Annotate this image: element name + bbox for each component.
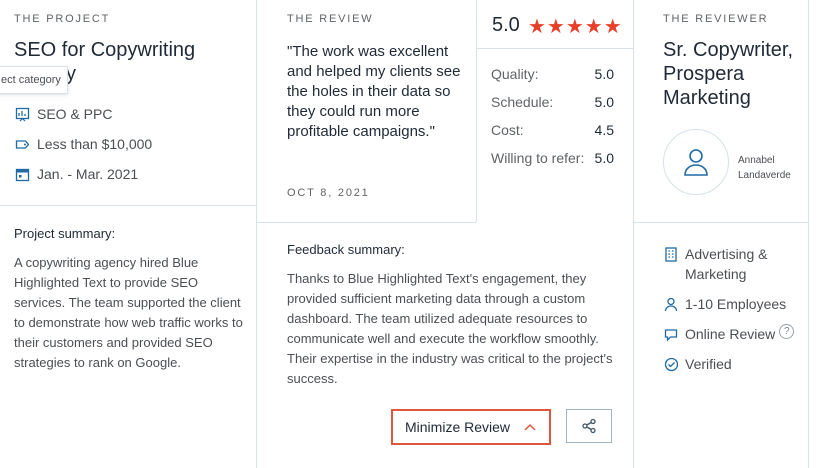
reviewer-review-type: Online Review ?: [663, 324, 795, 344]
row-divider: [476, 48, 633, 49]
chat-bubble-icon: [663, 324, 679, 344]
industry-text-line2: Marketing: [685, 266, 747, 282]
column-divider: [256, 0, 257, 468]
verified-text: Verified: [685, 356, 732, 372]
project-summary-text: A copywriting agency hired Blue Highligh…: [14, 255, 243, 370]
row-divider: [633, 222, 808, 223]
rating-value: 5.0: [594, 66, 614, 82]
service-category-icon: [14, 106, 30, 122]
help-icon[interactable]: ?: [779, 324, 795, 339]
reviewer-title: Sr. Copywriter, Prospera Marketing: [663, 39, 794, 109]
chevron-up-icon: [523, 420, 537, 437]
project-dates: Jan. - Mar. 2021: [14, 166, 138, 182]
share-button[interactable]: [566, 409, 612, 443]
reviewer-last-name: Landaverde: [738, 170, 791, 181]
row-divider: [0, 205, 256, 206]
avatar: [663, 129, 729, 195]
project-title-line1: SEO for Copywriting: [14, 39, 196, 61]
project-budget: Less than $10,000: [14, 136, 152, 152]
feedback-summary-title: Feedback summary:: [287, 242, 405, 257]
overall-score: 5.0: [492, 14, 520, 36]
reviewer-first-name: Annabel: [738, 155, 775, 166]
building-icon: [663, 244, 679, 264]
rating-value: 5.0: [594, 150, 614, 166]
reviewer-verified: Verified: [663, 354, 732, 374]
category-tooltip: ect category: [0, 66, 68, 94]
review-type-text: Online Review: [685, 326, 776, 342]
project-service: SEO & PPC: [14, 106, 112, 122]
check-circle-icon: [663, 354, 679, 374]
price-tag-icon: [14, 136, 30, 152]
star-rating: ★★★★★: [528, 16, 623, 38]
reviewer-section-label: THE REVIEWER: [663, 13, 769, 25]
calendar-icon: [14, 166, 30, 182]
project-summary-title: Project summary:: [14, 226, 116, 241]
rating-row: Schedule: 5.0: [491, 94, 614, 110]
column-divider: [633, 0, 634, 468]
rating-value: 4.5: [594, 122, 614, 138]
rating-label: Willing to refer:: [491, 150, 585, 166]
review-date: OCT 8, 2021: [287, 187, 370, 199]
rating-row: Willing to refer: 5.0: [491, 150, 614, 166]
project-section-label: THE PROJECT: [14, 13, 111, 25]
reviewer-industry: Advertising & Marketing: [663, 244, 767, 284]
service-text: SEO & PPC: [37, 106, 113, 122]
row-divider: [256, 222, 476, 223]
person-icon: [663, 294, 679, 314]
minimize-review-button[interactable]: Minimize Review: [391, 409, 551, 445]
industry-text-line1: Advertising &: [685, 246, 768, 262]
rating-row: Quality: 5.0: [491, 66, 614, 82]
dates-text: Jan. - Mar. 2021: [37, 166, 139, 182]
column-divider: [808, 0, 809, 468]
rating-row: Cost: 4.5: [491, 122, 614, 138]
rating-value: 5.0: [594, 94, 614, 110]
minimize-review-label: Minimize Review: [405, 419, 511, 435]
review-section-label: THE REVIEW: [287, 13, 374, 25]
company-size-text: 1-10 Employees: [685, 296, 787, 312]
user-icon: [680, 146, 712, 178]
rating-label: Quality:: [491, 66, 539, 82]
feedback-summary-text: Thanks to Blue Highlighted Text's engage…: [287, 271, 613, 386]
review-quote: "The work was excellent and helped my cl…: [287, 43, 461, 140]
rating-label: Schedule:: [491, 94, 554, 110]
budget-text: Less than $10,000: [37, 136, 153, 152]
reviewer-company-size: 1-10 Employees: [663, 294, 786, 314]
rating-label: Cost:: [491, 122, 524, 138]
share-icon: [581, 418, 597, 434]
reviewer-name: Annabel Landaverde: [738, 153, 791, 183]
